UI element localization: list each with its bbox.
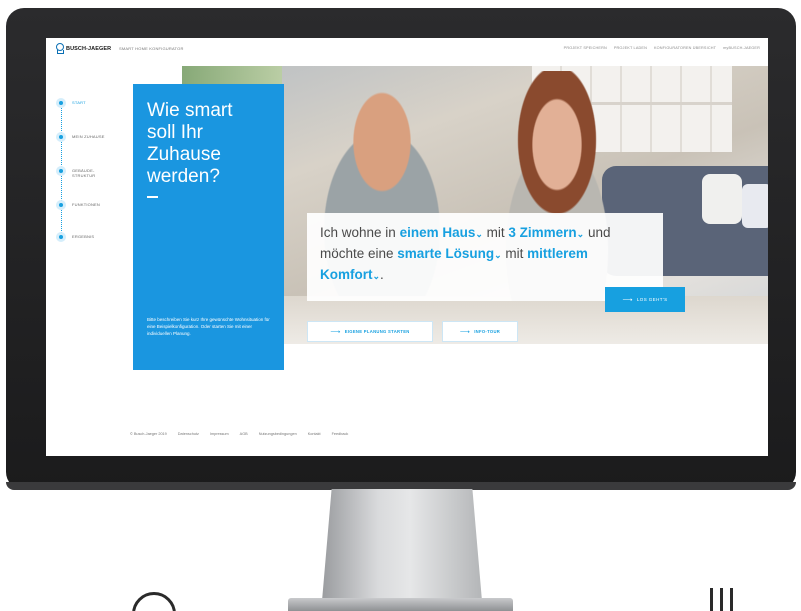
footer-link-kontakt[interactable]: Kontakt: [308, 432, 321, 436]
photo-plants: [182, 66, 282, 86]
lets-go-button[interactable]: ⟶ LOS GEHT'S: [605, 287, 685, 312]
own-planning-label: EIGENE PLANUNG STARTEN: [344, 329, 410, 334]
step-label: GEBÄUDE-STRUKTUR: [72, 168, 96, 178]
nav-save-project[interactable]: PROJEKT SPEICHERN: [564, 46, 607, 50]
busch-jaeger-logo-icon: [56, 43, 64, 54]
footer-links: © Busch-Jaeger 2019 Datenschutz Impressu…: [130, 432, 348, 436]
photo-cushion: [702, 174, 742, 224]
step-start[interactable]: START: [56, 98, 132, 108]
decorative-circle-icon: [132, 592, 176, 611]
step-dot-icon: [56, 232, 66, 242]
progress-steps: START MEIN ZUHAUSE GEBÄUDE-STRUKTUR FUNK…: [56, 98, 136, 248]
photo-cushion: [742, 184, 768, 228]
step-dot-icon: [56, 166, 66, 176]
solution-dropdown[interactable]: smarte Lösung⌄: [397, 246, 501, 261]
lets-go-label: LOS GEHT'S: [636, 297, 668, 302]
step-dot-icon: [56, 132, 66, 142]
intro-panel: Wie smart soll Ihr Zuhause werden? Bitte…: [133, 84, 284, 370]
step-label: MEIN ZUHAUSE: [72, 134, 105, 139]
sentence-text: mit: [501, 246, 528, 261]
info-tour-button[interactable]: ⟶ INFO-TOUR: [442, 321, 518, 342]
logo-text: BUSCH-JAEGER: [66, 45, 112, 52]
panel-divider: [147, 196, 158, 198]
own-planning-button[interactable]: ⟶ EIGENE PLANUNG STARTEN: [307, 321, 433, 342]
decorative-bars-icon: [706, 588, 746, 611]
chevron-down-icon: ⌄: [475, 229, 483, 239]
monitor-stand: [322, 489, 482, 601]
step-label: FUNKTIONEN: [72, 202, 100, 207]
nav-mybusch-jaeger[interactable]: myBUSCH-JAEGER: [723, 46, 760, 50]
configuration-sentence: Ich wohne in einem Haus⌄ mit 3 Zimmern⌄ …: [320, 223, 650, 286]
footer-link-agb[interactable]: AGB: [240, 432, 248, 436]
rooms-dropdown[interactable]: 3 Zimmern⌄: [508, 225, 584, 240]
step-dot-icon: [56, 98, 66, 108]
monitor-stand-base: [288, 598, 513, 611]
footer-link-nutzungsbedingungen[interactable]: Nutzungsbedingungen: [259, 432, 297, 436]
step-gebaeude-struktur[interactable]: GEBÄUDE-STRUKTUR: [56, 166, 100, 178]
panel-heading: Wie smart soll Ihr Zuhause werden?: [147, 100, 233, 187]
step-ergebnis[interactable]: ERGEBNIS: [56, 232, 132, 242]
home-type-value: einem Haus: [399, 225, 476, 240]
step-mein-zuhause[interactable]: MEIN ZUHAUSE: [56, 132, 132, 142]
browser-screen: BUSCH-JAEGER SMART HOME KONFIGURATOR PRO…: [46, 38, 768, 456]
footer-link-datenschutz[interactable]: Datenschutz: [178, 432, 199, 436]
info-tour-label: INFO-TOUR: [474, 329, 501, 334]
footer-link-feedback[interactable]: Feedback: [332, 432, 349, 436]
arrow-right-icon: ⟶: [459, 328, 471, 336]
sentence-text: Ich wohne in: [320, 225, 400, 240]
top-navigation: PROJEKT SPEICHERN PROJEKT LADEN KONFIGUR…: [564, 46, 760, 50]
step-label: START: [72, 100, 86, 105]
arrow-right-icon: ⟶: [622, 296, 633, 304]
sentence-text: .: [380, 267, 384, 282]
step-funktionen[interactable]: FUNKTIONEN: [56, 200, 132, 210]
arrow-right-icon: ⟶: [330, 328, 341, 336]
chevron-down-icon: ⌄: [372, 271, 381, 281]
nav-load-project[interactable]: PROJEKT LADEN: [614, 46, 647, 50]
app-title: SMART HOME KONFIGURATOR: [119, 46, 184, 51]
footer-copyright: © Busch-Jaeger 2019: [130, 432, 167, 436]
solution-value: smarte Lösung: [397, 246, 495, 261]
rooms-value: 3 Zimmern: [508, 225, 577, 240]
top-bar: BUSCH-JAEGER SMART HOME KONFIGURATOR PRO…: [46, 38, 768, 60]
panel-description: Bitte beschreiben Sie kurz Ihre gewünsch…: [147, 317, 270, 336]
nav-configurator-overview[interactable]: KONFIGURATOREN ÜBERSICHT: [654, 46, 716, 50]
footer-link-impressum[interactable]: Impressum: [210, 432, 229, 436]
step-label: ERGEBNIS: [72, 234, 95, 239]
home-type-dropdown[interactable]: einem Haus⌄: [400, 225, 483, 240]
sentence-text: mit: [482, 225, 509, 240]
brand-logo[interactable]: BUSCH-JAEGER: [56, 43, 111, 54]
chevron-down-icon: ⌄: [494, 250, 502, 260]
step-dot-icon: [56, 200, 66, 210]
